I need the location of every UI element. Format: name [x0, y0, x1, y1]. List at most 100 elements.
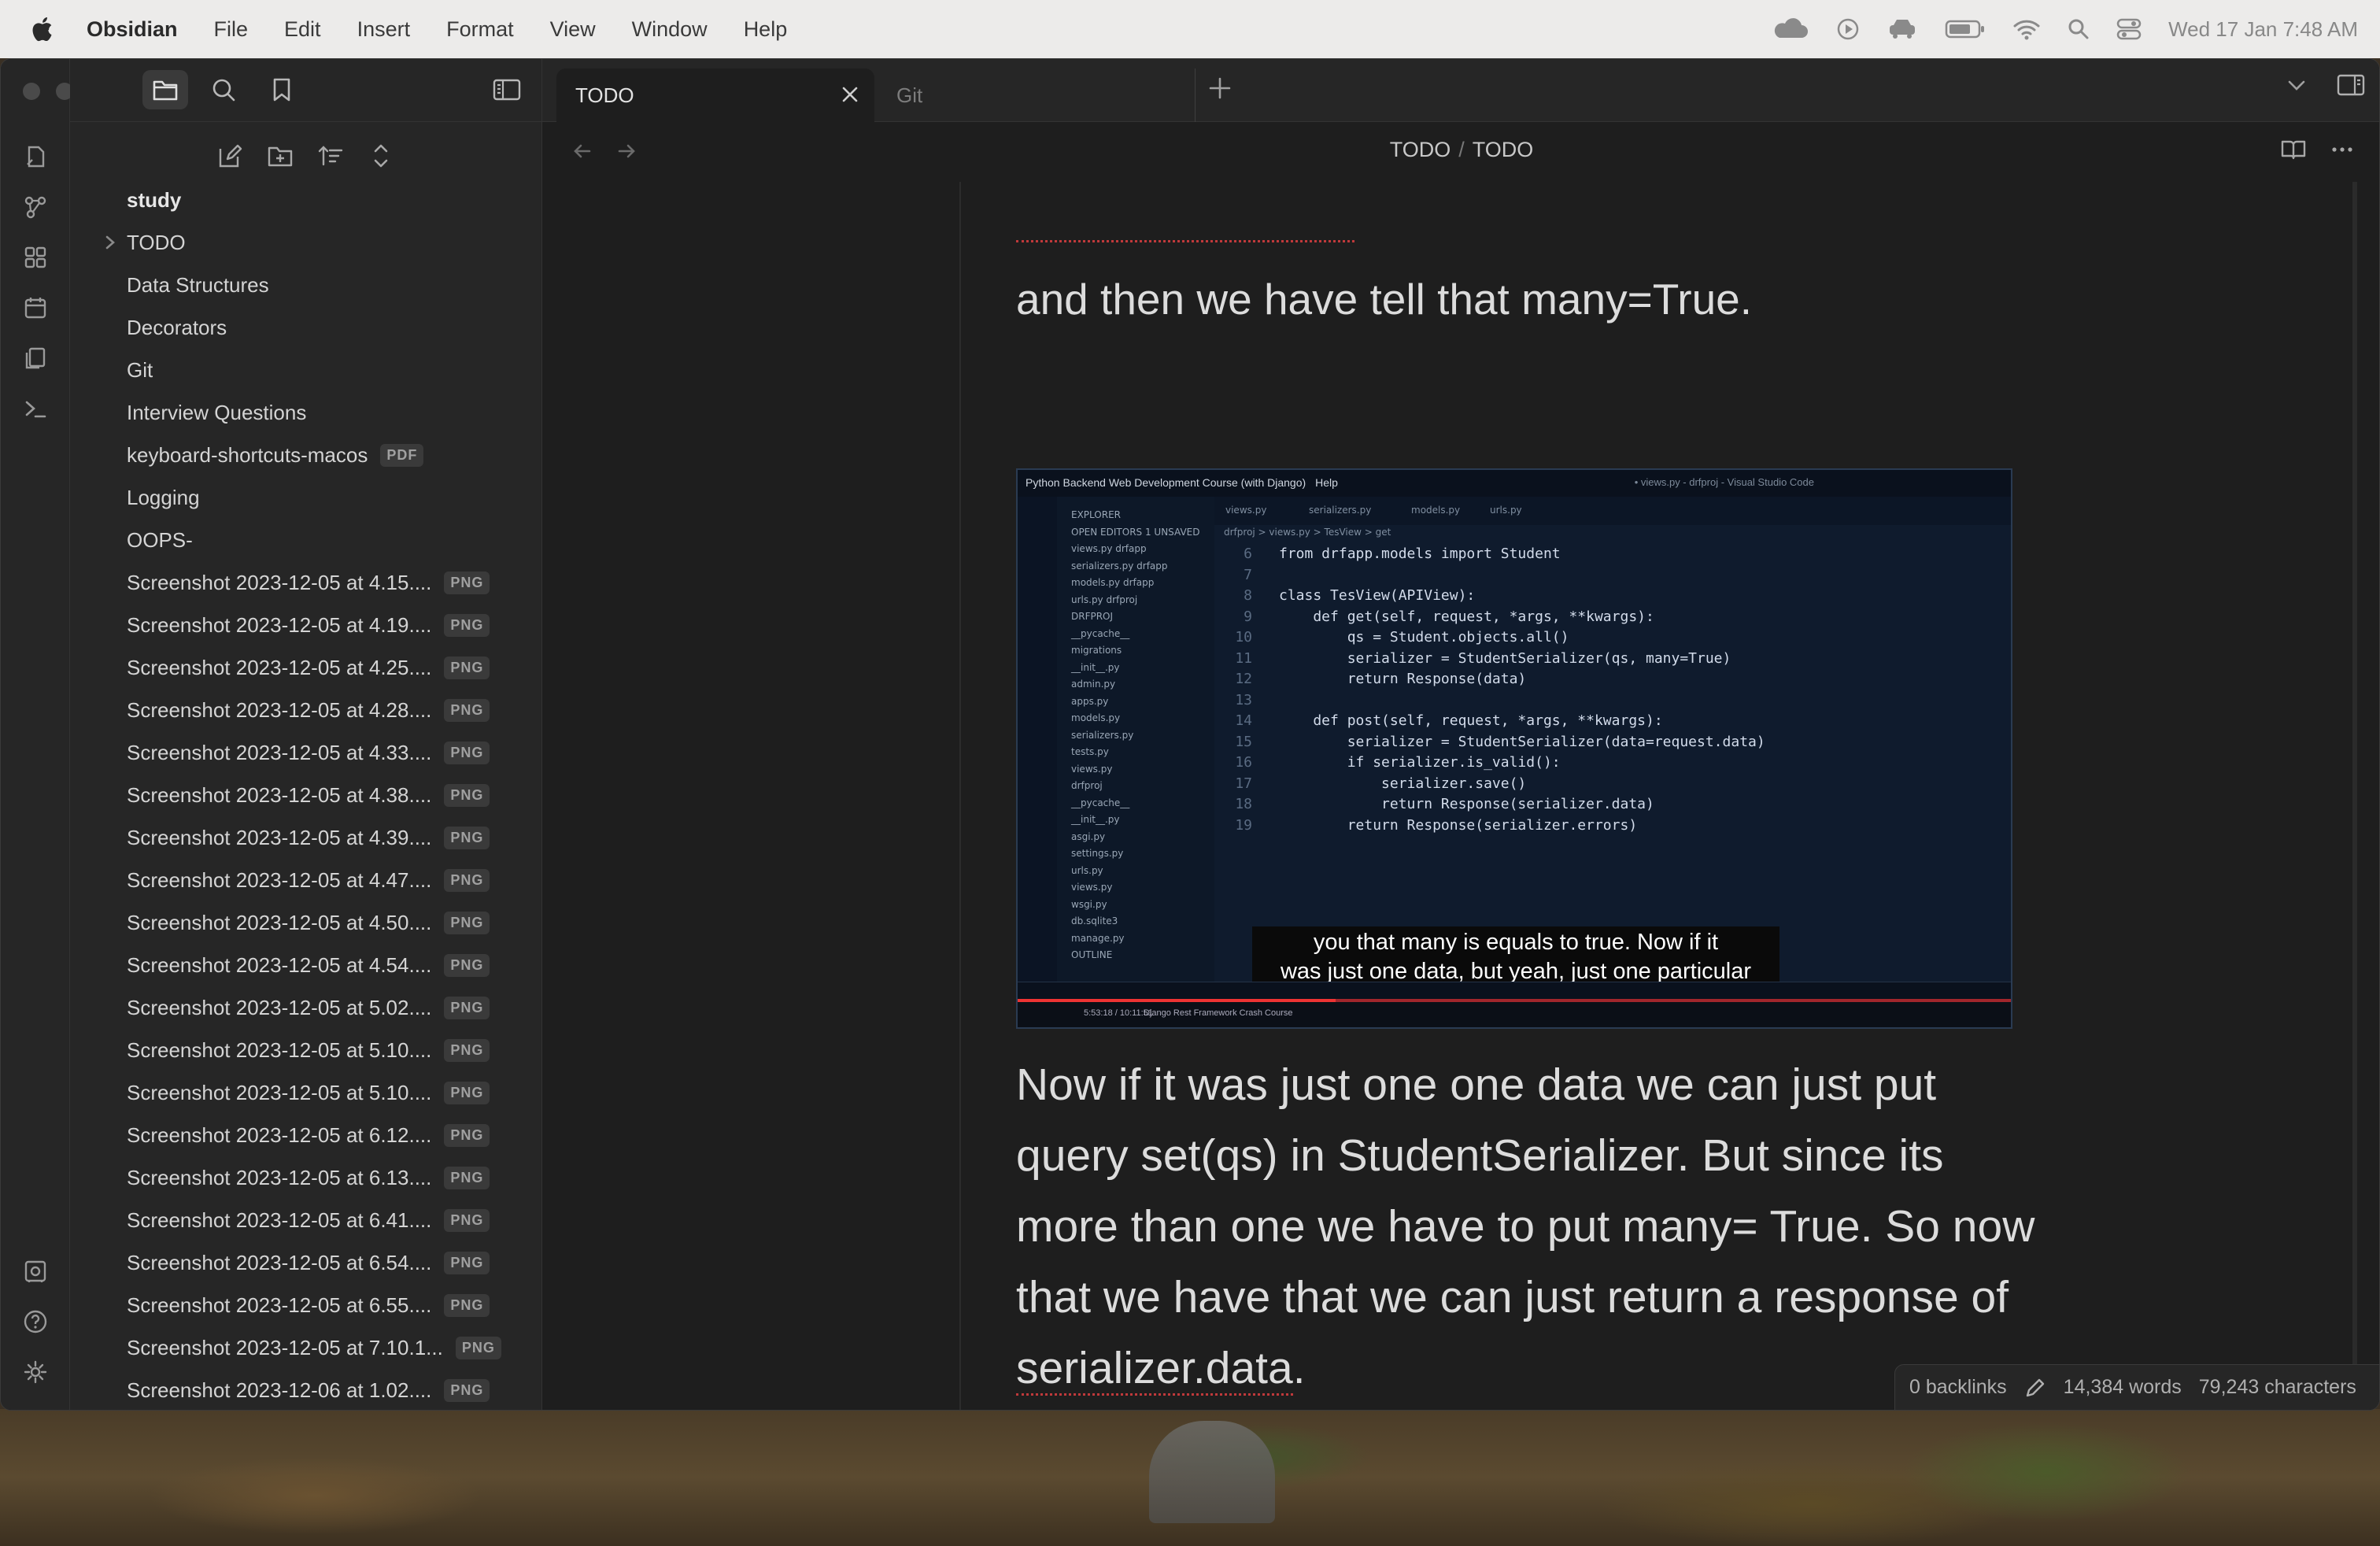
note-content[interactable]: and then we have tell that many=True. Py…	[542, 182, 2379, 1410]
breadcrumb-folder[interactable]: TODO	[1390, 138, 1451, 161]
wifi-icon[interactable]	[2012, 17, 2041, 41]
file-name: Decorators	[127, 315, 227, 339]
bookmarks-tab-button[interactable]	[259, 70, 305, 109]
file-tree-item[interactable]: Git	[70, 349, 542, 391]
code-line: class TesView(APIView):	[1279, 587, 1476, 604]
file-tree-item[interactable]: Decorators	[70, 306, 542, 349]
file-tree-item[interactable]: Interview Questions	[70, 391, 542, 434]
file-tree-item[interactable]: Screenshot 2023-12-05 at 4.54.... PNG	[70, 944, 542, 986]
car-icon[interactable]	[1887, 17, 1918, 41]
tab-git[interactable]: Git	[878, 68, 1196, 122]
chevron-down-icon[interactable]	[2285, 73, 2308, 97]
app-name[interactable]: Obsidian	[87, 17, 178, 42]
new-note-button[interactable]	[212, 138, 248, 174]
right-sidebar-toggle-icon[interactable]	[2337, 73, 2365, 97]
file-tree-item[interactable]: Screenshot 2023-12-05 at 6.41.... PNG	[70, 1199, 542, 1241]
file-name: Screenshot 2023-12-05 at 4.50....	[127, 910, 432, 934]
file-tree-item[interactable]: Screenshot 2023-12-05 at 4.25.... PNG	[70, 646, 542, 689]
file-tree-item[interactable]: Screenshot 2023-12-05 at 6.55.... PNG	[70, 1284, 542, 1326]
file-tree-item[interactable]: Screenshot 2023-12-05 at 4.50.... PNG	[70, 901, 542, 944]
cloud-icon[interactable]	[1770, 17, 1809, 41]
tab-todo[interactable]: TODO	[556, 68, 874, 122]
control-center-icon[interactable]	[2116, 17, 2142, 41]
edit-mode-icon[interactable]	[2024, 1377, 2046, 1399]
menu-file[interactable]: File	[214, 17, 249, 42]
file-tree-item[interactable]: Screenshot 2023-12-05 at 6.13.... PNG	[70, 1156, 542, 1199]
files-tab-button[interactable]	[142, 70, 188, 109]
new-folder-icon	[268, 146, 293, 167]
templates-icon[interactable]	[20, 342, 51, 374]
file-tree-item[interactable]: Screenshot 2023-12-05 at 6.54.... PNG	[70, 1241, 542, 1284]
file-tree-item[interactable]: Screenshot 2023-12-05 at 4.47.... PNG	[70, 859, 542, 901]
file-tree-item[interactable]: Screenshot 2023-12-05 at 6.12.... PNG	[70, 1114, 542, 1156]
apple-icon[interactable]	[30, 13, 57, 45]
file-tree-item[interactable]: Screenshot 2023-12-05 at 4.38.... PNG	[70, 774, 542, 816]
file-extension-badge: PNG	[444, 1251, 490, 1274]
video-progress-played	[1018, 999, 1336, 1002]
embedded-explorer-item: __pycache__	[1071, 797, 1130, 808]
new-tab-icon[interactable]	[1207, 75, 1233, 102]
embedded-explorer-item: db.sqlite3	[1071, 915, 1118, 926]
breadcrumb-note[interactable]: TODO	[1473, 138, 1534, 161]
file-name: Screenshot 2023-12-05 at 4.39....	[127, 825, 432, 849]
graph-view-icon[interactable]	[20, 191, 51, 223]
embedded-screenshot[interactable]: Python Backend Web Development Course (w…	[1016, 468, 2012, 1029]
close-icon[interactable]	[840, 84, 860, 105]
code-line: def get(self, request, *args, **kwargs):	[1279, 608, 1654, 625]
chevron-right-icon[interactable]	[102, 233, 119, 252]
file-tree-item[interactable]: OOPS-	[70, 519, 542, 561]
menu-insert[interactable]: Insert	[357, 17, 411, 42]
note-paragraph[interactable]: and then we have tell that many=True.	[1016, 264, 2039, 335]
file-tree-item[interactable]: Screenshot 2023-12-05 at 5.10.... PNG	[70, 1071, 542, 1114]
file-tree-item[interactable]: TODO	[70, 221, 542, 264]
file-tree-item[interactable]: Data Structures	[70, 264, 542, 306]
note-paragraph[interactable]: Now if it was just one one data we can j…	[1016, 1049, 2039, 1404]
file-extension-badge: PNG	[444, 613, 490, 637]
collapse-sidebar-button[interactable]	[484, 70, 530, 109]
new-note-icon[interactable]	[20, 141, 51, 172]
menu-view[interactable]: View	[550, 17, 596, 42]
new-folder-button[interactable]	[262, 138, 298, 174]
play-icon[interactable]	[1836, 17, 1860, 41]
scrollbar[interactable]	[2352, 182, 2357, 1410]
file-tree-item[interactable]: keyboard-shortcuts-macos PDF	[70, 434, 542, 476]
file-tree-item[interactable]: Screenshot 2023-12-05 at 4.15.... PNG	[70, 561, 542, 604]
collapse-all-button[interactable]	[363, 138, 399, 174]
file-name: Screenshot 2023-12-05 at 6.54....	[127, 1250, 432, 1274]
menu-edit[interactable]: Edit	[284, 17, 321, 42]
file-tree-item[interactable]: Screenshot 2023-12-05 at 5.10.... PNG	[70, 1029, 542, 1071]
file-tree-item[interactable]: Screenshot 2023-12-05 at 4.19.... PNG	[70, 604, 542, 646]
file-tree-item[interactable]: Screenshot 2023-12-06 at 1.02.... PNG	[70, 1369, 542, 1410]
settings-icon[interactable]	[20, 1356, 51, 1388]
daily-note-icon[interactable]	[20, 292, 51, 324]
file-tree-item[interactable]: Screenshot 2023-12-05 at 4.28.... PNG	[70, 689, 542, 731]
file-tree-item[interactable]: Logging	[70, 476, 542, 519]
more-options-icon[interactable]	[2330, 138, 2354, 161]
file-tree-item[interactable]: Screenshot 2023-12-05 at 4.33.... PNG	[70, 731, 542, 774]
reading-view-icon[interactable]	[2280, 138, 2307, 161]
file-tree-item[interactable]: Screenshot 2023-12-05 at 5.02.... PNG	[70, 986, 542, 1029]
vault-root[interactable]: study	[70, 179, 542, 221]
menu-format[interactable]: Format	[446, 17, 514, 42]
file-name: Git	[127, 357, 153, 382]
backlinks-count[interactable]: 0 backlinks	[1909, 1376, 2007, 1399]
search-icon[interactable]	[2068, 18, 2090, 40]
menu-window[interactable]: Window	[632, 17, 708, 42]
menubar-clock[interactable]: Wed 17 Jan 7:48 AM	[2168, 17, 2358, 42]
subtitle-line: you that many is equals to true. Now if …	[1313, 930, 1719, 955]
sort-button[interactable]	[312, 138, 349, 174]
file-name: Screenshot 2023-12-05 at 5.02....	[127, 995, 432, 1019]
vault-switcher-icon[interactable]	[20, 1256, 51, 1287]
file-tree-item[interactable]: Screenshot 2023-12-05 at 4.39.... PNG	[70, 816, 542, 859]
close-window-button[interactable]	[23, 83, 40, 100]
canvas-icon[interactable]	[20, 242, 51, 273]
menu-help[interactable]: Help	[744, 17, 788, 42]
tab-title: Git	[896, 83, 923, 107]
command-palette-icon[interactable]	[20, 393, 51, 424]
view-actions	[2280, 138, 2354, 161]
help-icon[interactable]	[20, 1306, 51, 1337]
search-tab-button[interactable]	[201, 70, 246, 109]
file-tree-item[interactable]: Screenshot 2023-12-05 at 7.10.1... PNG	[70, 1326, 542, 1369]
video-controls: 5:53:18 / 10:11:51 Django Rest Framework…	[1018, 999, 2011, 1027]
battery-icon[interactable]	[1945, 19, 1986, 39]
